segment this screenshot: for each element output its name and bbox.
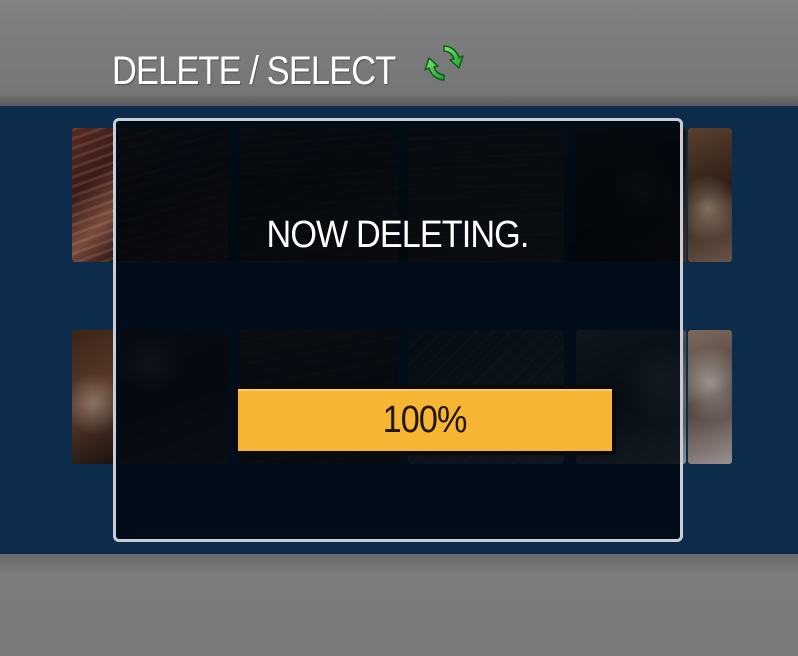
thumbnail[interactable] [688, 128, 732, 262]
progress-bar: 100% [234, 385, 616, 455]
delete-select-screen: DELETE / SELECT NOW DELETING. 100% [0, 0, 798, 656]
progress-label: 100% [234, 385, 616, 455]
screen-title: DELETE / SELECT [112, 49, 396, 93]
status-message-text: NOW DELETING. [267, 214, 530, 256]
thumbnail[interactable] [72, 330, 116, 464]
header-divider [0, 96, 798, 106]
refresh-icon[interactable] [422, 40, 466, 86]
status-message: NOW DELETING. [116, 213, 680, 257]
progress-label-text: 100% [383, 398, 468, 441]
thumbnail[interactable] [72, 128, 116, 262]
thumbnail[interactable] [688, 330, 732, 464]
footer-bar [0, 554, 798, 656]
deleting-dialog: NOW DELETING. 100% [113, 118, 683, 542]
